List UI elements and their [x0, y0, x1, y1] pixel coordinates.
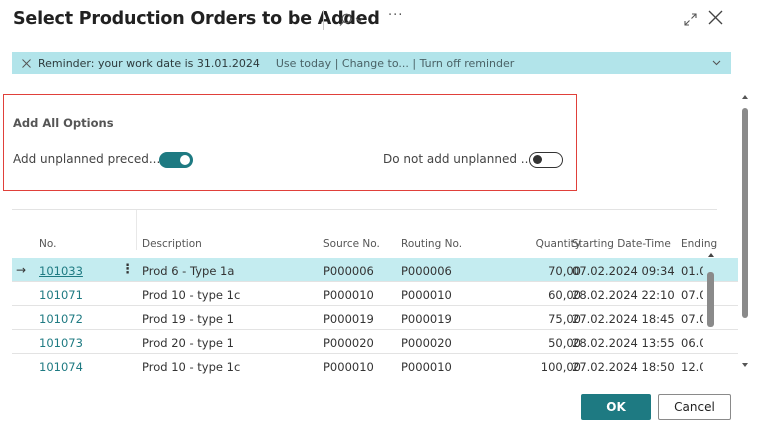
banner-expand-button[interactable]	[712, 56, 721, 69]
do-not-add-unplanned-toggle[interactable]	[529, 152, 563, 168]
selected-row-arrow-icon: →	[16, 263, 27, 277]
change-to-link[interactable]: Change to...	[342, 57, 409, 70]
dialog-title: Select Production Orders to be Added	[13, 9, 380, 29]
cell-quantity: 60,00	[548, 288, 581, 302]
ok-button[interactable]: OK	[581, 394, 651, 420]
close-button[interactable]	[708, 10, 723, 29]
cell-ending-date: 07.0	[681, 312, 703, 326]
dialog-scrollbar[interactable]	[738, 92, 752, 376]
cell-ending-date: 12.0	[681, 360, 703, 374]
cell-description: Prod 6 - Type 1a	[142, 264, 235, 278]
use-today-link[interactable]: Use today	[276, 57, 331, 70]
chevron-down-icon	[355, 17, 364, 23]
title-separator	[323, 10, 324, 30]
close-icon	[22, 58, 31, 68]
expand-button[interactable]	[684, 11, 697, 30]
table-row[interactable]: 101072 Prod 19 - type 1 P000019 P000019 75,0…	[12, 306, 738, 330]
column-header-no[interactable]: No.	[39, 238, 56, 250]
cell-routing-no: P000010	[401, 360, 452, 374]
cell-quantity: 100,00	[540, 360, 581, 374]
dismiss-reminder-button[interactable]	[22, 58, 31, 68]
grid-top-border	[12, 209, 717, 210]
cell-starting-date-time: 27.02.2024 18:50	[572, 360, 675, 374]
reminder-message: Reminder: your work date is 31.01.2024	[38, 56, 260, 70]
table-row[interactable]: 101073 Prod 20 - type 1 P000020 P000020 50,0…	[12, 330, 738, 354]
search-button[interactable]	[339, 10, 364, 30]
cell-quantity: 50,00	[548, 336, 581, 350]
dialog-content: Add All Options Add unplanned preced... …	[0, 92, 738, 376]
column-header-routing-no[interactable]: Routing No.	[401, 238, 462, 250]
table-row[interactable]: 101071 Prod 10 - type 1c P000010 P000010 60,…	[12, 282, 738, 306]
column-header-description[interactable]: Description	[142, 238, 202, 250]
cell-ending-date: 06.0	[681, 336, 703, 350]
column-header-starting-date-time[interactable]: Starting Date-Time	[572, 238, 671, 250]
options-title: Add All Options	[13, 116, 114, 130]
cell-starting-date-time: 28.02.2024 13:55	[572, 336, 675, 350]
column-header-quantity[interactable]: Quantity	[500, 238, 581, 250]
work-date-reminder-banner: Reminder: your work date is 31.01.2024 U…	[12, 52, 731, 74]
cell-source-no: P000006	[323, 264, 374, 278]
cancel-button[interactable]: Cancel	[658, 394, 731, 420]
add-unplanned-preceding-toggle[interactable]	[159, 152, 193, 168]
cell-routing-no: P000006	[401, 264, 452, 278]
cell-no-link[interactable]: 101073	[39, 336, 83, 350]
cell-quantity: 75,00	[548, 312, 581, 326]
cell-starting-date-time: 28.02.2024 22:10	[572, 288, 675, 302]
cell-no-link[interactable]: 101072	[39, 312, 83, 326]
arrow-down-icon	[742, 363, 748, 367]
cell-description: Prod 19 - type 1	[142, 312, 234, 326]
cell-source-no: P000010	[323, 288, 374, 302]
link-separator: |	[334, 56, 339, 70]
grid-column-divider	[136, 210, 137, 250]
dialog-scrollbar-thumb[interactable]	[742, 108, 748, 318]
cell-description: Prod 20 - type 1	[142, 336, 234, 350]
expand-icon	[684, 13, 697, 26]
arrow-up-icon	[708, 253, 714, 257]
cell-routing-no: P000019	[401, 312, 452, 326]
do-not-add-unplanned-label: Do not add unplanned ...	[383, 152, 533, 166]
cell-no-link[interactable]: 101071	[39, 288, 83, 302]
search-icon	[339, 13, 352, 26]
column-header-ending-date[interactable]: Ending D	[681, 238, 721, 250]
cell-source-no: P000010	[323, 360, 374, 374]
table-row[interactable]: 101074 Prod 10 - type 1c P000010 P000010 100…	[12, 354, 738, 376]
turn-off-reminder-link[interactable]: Turn off reminder	[420, 57, 515, 70]
cell-ending-date: 01.0	[681, 264, 703, 278]
add-all-options-group: Add All Options Add unplanned preced... …	[3, 94, 577, 191]
cell-description: Prod 10 - type 1c	[142, 360, 241, 374]
row-actions-menu-icon[interactable]: ⋮	[121, 262, 134, 277]
cell-source-no: P000019	[323, 312, 374, 326]
cell-source-no: P000020	[323, 336, 374, 350]
cell-quantity: 70,00	[548, 264, 581, 278]
cell-routing-no: P000010	[401, 288, 452, 302]
more-options-button[interactable]: ···	[388, 8, 403, 28]
table-scrollbar-thumb[interactable]	[707, 272, 714, 327]
cell-no-link[interactable]: 101074	[39, 360, 83, 374]
cell-no-link[interactable]: 101033	[39, 264, 83, 278]
cell-starting-date-time: 27.02.2024 18:45	[572, 312, 675, 326]
column-header-source-no[interactable]: Source No.	[323, 238, 380, 250]
close-icon	[708, 10, 723, 25]
table-scrollbar[interactable]	[706, 252, 716, 372]
arrow-up-icon	[742, 95, 748, 99]
cell-description: Prod 10 - type 1c	[142, 288, 241, 302]
reminder-links: Use today | Change to... | Turn off remi…	[276, 57, 514, 70]
cell-starting-date-time: 07.02.2024 09:34	[572, 264, 675, 278]
chevron-down-icon	[712, 60, 721, 66]
table-row[interactable]: → ⋮ 101033 Prod 6 - Type 1a P000006 P000006 70…	[12, 258, 738, 282]
add-unplanned-preceding-label: Add unplanned preced...	[13, 152, 161, 166]
link-separator: |	[412, 56, 417, 70]
cell-ending-date: 07.0	[681, 288, 703, 302]
cell-routing-no: P000020	[401, 336, 452, 350]
